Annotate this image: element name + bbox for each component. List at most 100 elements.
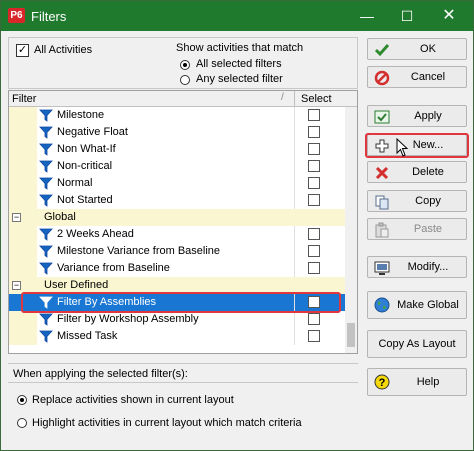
filter-row[interactable]: Filter by Workshop Assembly: [9, 311, 345, 328]
tree-indent: [9, 107, 23, 124]
tree-indent: [23, 328, 37, 345]
replace-activities-radio[interactable]: [17, 395, 27, 405]
filter-name: Filter By Assemblies: [57, 296, 157, 308]
tree-indent: [23, 192, 37, 209]
tree-indent: [23, 175, 37, 192]
column-divider: [294, 158, 295, 175]
ok-button[interactable]: OK: [367, 38, 467, 60]
any-selected-filter-radio[interactable]: [180, 75, 190, 85]
vertical-scrollbar[interactable]: [345, 107, 357, 353]
group-name: User Defined: [44, 279, 109, 291]
filter-funnel-icon: [39, 109, 53, 122]
mouse-cursor-icon: [396, 138, 409, 157]
help-icon: ?: [374, 374, 390, 390]
column-divider: [294, 328, 295, 345]
tree-indent: [9, 311, 23, 328]
filter-row[interactable]: Variance from Baseline: [9, 260, 345, 277]
filter-name: Non-critical: [57, 160, 113, 172]
filter-row[interactable]: Milestone Variance from Baseline: [9, 243, 345, 260]
globe-icon: [374, 297, 390, 313]
modify-icon: [374, 261, 390, 275]
column-divider: [294, 260, 295, 277]
modify-button[interactable]: Modify...: [367, 256, 467, 278]
filter-row[interactable]: Not Started: [9, 192, 345, 209]
select-checkbox[interactable]: [308, 228, 320, 240]
checkmark-icon: [374, 44, 390, 57]
select-checkbox[interactable]: [308, 313, 320, 325]
filter-funnel-icon: [39, 228, 53, 241]
highlight-activities-radio[interactable]: [17, 418, 27, 428]
column-divider: [294, 192, 295, 209]
all-activities-checkbox[interactable]: ✓: [16, 44, 29, 57]
select-checkbox[interactable]: [308, 194, 320, 206]
close-button[interactable]: ✕: [429, 1, 469, 31]
filter-name: Negative Float: [57, 126, 128, 138]
copy-button[interactable]: Copy: [367, 190, 467, 212]
collapse-icon[interactable]: −: [12, 281, 21, 290]
scrollbar-thumb[interactable]: [347, 323, 355, 347]
filter-row[interactable]: Filter By Assemblies: [9, 294, 345, 311]
new-button[interactable]: New...: [367, 134, 467, 156]
filter-funnel-icon: [39, 245, 53, 258]
select-checkbox[interactable]: [308, 330, 320, 342]
filter-funnel-icon: [39, 330, 53, 343]
group-row[interactable]: − User Defined: [9, 277, 345, 294]
apply-button[interactable]: Apply: [367, 105, 467, 127]
select-checkbox[interactable]: [308, 262, 320, 274]
cancel-button[interactable]: Cancel: [367, 66, 467, 88]
paste-button[interactable]: Paste: [367, 218, 467, 240]
apply-options-panel: When applying the selected filter(s): Re…: [8, 363, 358, 443]
column-divider: [294, 107, 295, 124]
apply-icon: [374, 110, 390, 124]
column-divider[interactable]: [294, 91, 295, 107]
column-header-select[interactable]: Select: [301, 93, 332, 105]
group-row[interactable]: − Global: [9, 209, 345, 226]
tree-indent: [23, 294, 37, 311]
filter-row[interactable]: Non-critical: [9, 158, 345, 175]
apply-label: Apply: [414, 110, 442, 122]
select-checkbox[interactable]: [308, 177, 320, 189]
select-checkbox[interactable]: [308, 143, 320, 155]
filter-row[interactable]: 2 Weeks Ahead: [9, 226, 345, 243]
column-divider: [294, 124, 295, 141]
tree-indent: [9, 175, 23, 192]
plus-icon: [375, 139, 389, 153]
filter-row[interactable]: Non What-If: [9, 141, 345, 158]
filter-row[interactable]: Milestone: [9, 107, 345, 124]
collapse-icon[interactable]: −: [12, 213, 21, 222]
copy-as-layout-button[interactable]: Copy As Layout: [367, 330, 467, 358]
select-checkbox[interactable]: [308, 245, 320, 257]
all-selected-filters-radio[interactable]: [180, 60, 190, 70]
select-checkbox[interactable]: [308, 109, 320, 121]
column-divider: [294, 243, 295, 260]
tree-indent: [9, 192, 23, 209]
cancel-label: Cancel: [410, 71, 446, 83]
tree-indent: [9, 226, 23, 243]
activity-match-panel: ✓ All Activities Show activities that ma…: [8, 37, 358, 89]
tree-indent: [23, 107, 37, 124]
delete-button[interactable]: Delete: [367, 161, 467, 183]
make-global-button[interactable]: Make Global: [367, 291, 467, 319]
title-bar[interactable]: P6 Filters — ☐ ✕: [1, 1, 473, 31]
tree-indent: [23, 243, 37, 260]
select-checkbox[interactable]: [308, 126, 320, 138]
filter-row[interactable]: Normal: [9, 175, 345, 192]
filter-name: Normal: [57, 177, 93, 189]
modify-label: Modify...: [407, 261, 449, 273]
tree-indent: [9, 328, 23, 345]
filter-name: Not Started: [57, 194, 113, 206]
maximize-button[interactable]: ☐: [387, 1, 427, 31]
filter-row[interactable]: Missed Task: [9, 328, 345, 345]
select-checkbox[interactable]: [308, 296, 320, 308]
any-selected-filter-label: Any selected filter: [196, 73, 283, 85]
tree-indent: [23, 311, 37, 328]
paste-icon: [375, 222, 389, 238]
select-checkbox[interactable]: [308, 160, 320, 172]
help-button[interactable]: ? Help: [367, 368, 467, 396]
minimize-button[interactable]: —: [347, 1, 387, 31]
filter-row[interactable]: Negative Float: [9, 124, 345, 141]
all-selected-filters-label: All selected filters: [196, 58, 282, 70]
filter-funnel-icon: [39, 143, 53, 156]
column-header-filter[interactable]: Filter: [12, 93, 36, 105]
filter-funnel-icon: [39, 160, 53, 173]
